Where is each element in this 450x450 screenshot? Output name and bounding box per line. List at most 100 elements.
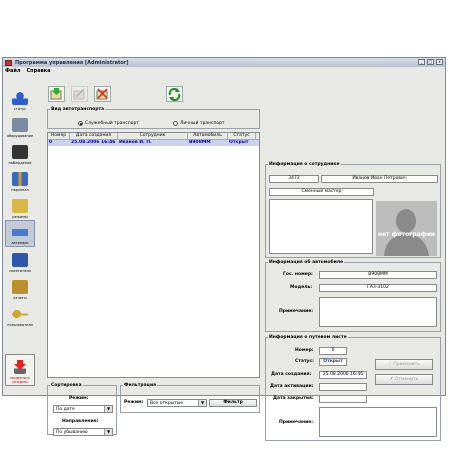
add-document-icon — [50, 88, 62, 100]
cell-status: Открыт — [229, 140, 249, 145]
sidebar-item-status[interactable]: статус — [5, 85, 35, 112]
employee-info-legend: Информация о сотруднике — [269, 162, 340, 167]
car-model-field: ГАЗ-3102 — [319, 284, 437, 292]
edit-waybill-button[interactable] — [71, 86, 88, 102]
table-header: Номер Дата создания Сотрудник Автомобиль… — [48, 133, 259, 140]
apply-button[interactable]: ✓ Применить — [375, 359, 433, 370]
employee-name-field: Иванов Иван Петрович — [321, 175, 438, 183]
sidebar-item-reports[interactable]: отчеты — [5, 274, 35, 301]
filter-mode-value: Все открытые — [150, 400, 184, 406]
sidebar-item-modes[interactable]: режимы — [5, 193, 35, 220]
download-arrow-icon — [14, 360, 26, 374]
sidebar-item-label: посетители — [9, 269, 31, 273]
cancel-button[interactable]: ✗ Отменить — [375, 374, 433, 385]
maximize-button[interactable]: □ — [427, 59, 434, 65]
sidebar-item-label: режимы — [12, 215, 28, 219]
waybill-info-legend: Информация о путевом листе — [269, 335, 347, 340]
cell-employee: Иванов И. П. — [119, 140, 152, 145]
filter-mode-select[interactable]: Все открытые ▼ — [147, 399, 207, 407]
waybill-created-field: 25.08.2006 16:46 — [319, 371, 367, 379]
camera-icon — [12, 145, 28, 159]
delete-document-icon — [96, 88, 108, 100]
column-header-status[interactable]: Статус — [228, 133, 256, 139]
waybill-table[interactable]: Номер Дата создания Сотрудник Автомобиль… — [47, 132, 260, 378]
sidebar-item-autopark[interactable]: автопарк — [5, 220, 35, 247]
waybill-closed-label: Дата закрытия: — [273, 396, 314, 401]
waybill-note-area[interactable] — [319, 407, 437, 437]
visitors-icon — [12, 253, 28, 267]
filter-button[interactable]: Фильтр — [209, 399, 257, 407]
add-waybill-button[interactable] — [48, 86, 65, 102]
employee-photo: нет фотографии — [376, 201, 437, 256]
car-note-area[interactable] — [319, 297, 437, 327]
sidebar-item-label: персонал — [11, 188, 29, 192]
sidebar-item-equipment[interactable]: оборудование — [5, 112, 35, 139]
car-icon — [12, 225, 28, 239]
apply-modes-button[interactable]: применить режимы — [5, 354, 35, 386]
refresh-button[interactable] — [166, 86, 183, 102]
column-header-employee[interactable]: Сотрудник — [118, 133, 188, 139]
users-keys-icon — [12, 307, 28, 321]
chevron-down-icon: ▼ — [198, 400, 206, 406]
filter-group: Фильтрация — [120, 383, 260, 413]
check-icon: ✓ — [388, 362, 392, 367]
filter-mode-label: Режим: — [124, 400, 144, 405]
table-row[interactable]: 0 25.08.2006 16:46 Иванов И. П. В908ММ О… — [48, 140, 259, 146]
sort-direction-select[interactable]: По убыванию ▼ — [53, 428, 113, 436]
apply-modes-label: применить режимы — [9, 376, 31, 384]
employee-notes-area — [269, 199, 373, 254]
radio-service-transport[interactable]: Служебный транспорт — [78, 121, 139, 126]
sort-mode-select[interactable]: По дате ▼ — [53, 405, 113, 413]
column-header-number[interactable]: Номер — [48, 133, 70, 139]
silhouette-icon — [384, 209, 429, 256]
column-header-car[interactable]: Автомобиль — [188, 133, 228, 139]
menu-help[interactable]: Справка — [27, 68, 51, 76]
cell-date: 25.08.2006 16:46 — [71, 140, 116, 145]
delete-waybill-button[interactable] — [94, 86, 111, 102]
cell-number: 0 — [49, 140, 53, 145]
sort-direction-label: Направление: — [62, 419, 99, 424]
sidebar: статус оборудование наблюдение персонал … — [5, 85, 35, 395]
no-photo-text: нет фотографии — [377, 231, 436, 238]
sidebar-item-label: статус — [13, 107, 27, 111]
waybill-created-label: Дата создания: — [271, 372, 312, 377]
reports-icon — [12, 280, 28, 294]
sidebar-item-label: автопарк — [11, 241, 29, 245]
sort-direction-value: По убыванию — [56, 429, 88, 435]
close-button[interactable]: x — [436, 59, 443, 65]
radio-personal-label: Личный транспорт — [180, 121, 225, 126]
menu-bar: Файл Справка — [3, 68, 445, 76]
sort-mode-label: Режим: — [69, 396, 89, 401]
waybill-number-field: 0 — [319, 347, 347, 355]
person-icon — [12, 91, 28, 105]
transport-type-group: Вид автотранспорта Служебный транспорт Л… — [47, 107, 260, 129]
sidebar-item-label: отчеты — [13, 296, 27, 300]
sidebar-item-visitors[interactable]: посетители — [5, 247, 35, 274]
employee-position-field: Сменный мастер — [269, 188, 374, 196]
sidebar-item-staff[interactable]: персонал — [5, 166, 35, 193]
radio-off-icon — [173, 121, 178, 126]
window-title: Программа управления [Administrator] — [15, 59, 129, 66]
radio-personal-transport[interactable]: Личный транспорт — [173, 121, 225, 126]
menu-file[interactable]: Файл — [5, 68, 21, 76]
title-bar: Программа управления [Administrator] _ □… — [3, 58, 445, 67]
column-header-date[interactable]: Дата создания — [70, 133, 118, 139]
car-number-field: В908ММ — [319, 271, 437, 279]
waybill-closed-field — [319, 395, 367, 403]
sidebar-item-label: оборудование — [6, 134, 34, 138]
equipment-icon — [12, 118, 28, 132]
cancel-button-label: Отменить — [394, 377, 419, 382]
chevron-down-icon: ▼ — [104, 406, 112, 412]
sidebar-item-users[interactable]: пользователи — [5, 301, 35, 328]
car-info-legend: Информация об автомобиле — [269, 260, 344, 265]
sidebar-item-monitoring[interactable]: наблюдение — [5, 139, 35, 166]
waybill-activated-label: Дата активации: — [270, 384, 314, 389]
cross-icon: ✗ — [389, 377, 394, 382]
edit-document-icon — [73, 88, 85, 100]
sort-legend: Сортировка — [51, 383, 82, 388]
chevron-down-icon: ▼ — [104, 429, 112, 435]
cell-car: В908ММ — [189, 140, 211, 145]
car-note-label: Примечание: — [279, 309, 314, 314]
radio-on-icon — [78, 121, 83, 126]
minimize-button[interactable]: _ — [418, 59, 425, 65]
